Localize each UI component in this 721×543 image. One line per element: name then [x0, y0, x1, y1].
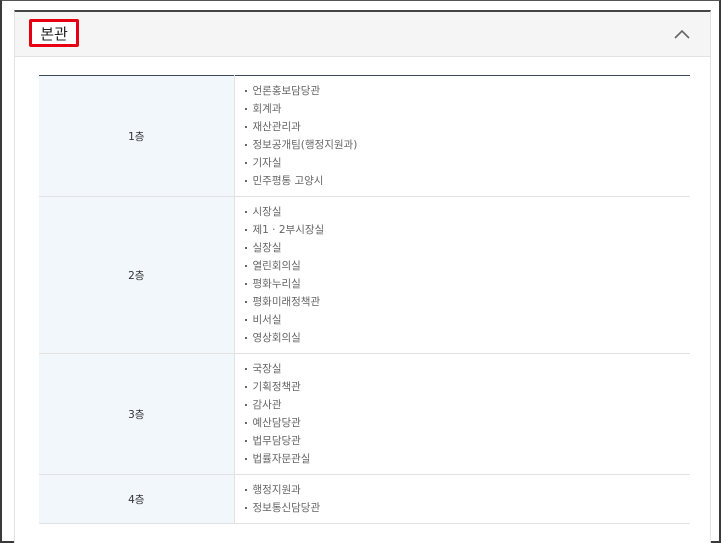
table-row: 3층 국장실 기획정책관 감사관 예산담당관 법무담당관 법률자문관실 — [39, 353, 691, 475]
table-row: 2층 시장실 제1 · 2부시장실 실장실 열린회의실 평화누리실 평화미래정책관 비서실 영상… — [39, 196, 691, 354]
list-item: 기자실 — [244, 154, 691, 172]
list-item: 법률자문관실 — [244, 450, 691, 468]
list-item: 법무담당관 — [244, 432, 691, 450]
room-list: 언론홍보담당관 회계과 재산관리과 정보공개팀(행정지원과) 기자실 민주평통 고양시 — [244, 82, 691, 190]
table-row: 1층 언론홍보담당관 회계과 재산관리과 정보공개팀(행정지원과) 기자실 민주평통 고양시 — [39, 75, 691, 197]
list-item: 영상회의실 — [244, 329, 691, 347]
floor-label: 4층 — [39, 474, 235, 524]
list-item: 실장실 — [244, 239, 691, 257]
room-list-cell: 국장실 기획정책관 감사관 예산담당관 법무담당관 법률자문관실 — [234, 353, 691, 475]
floor-label: 1층 — [39, 75, 235, 197]
list-item: 국장실 — [244, 360, 691, 378]
list-item: 제1 · 2부시장실 — [244, 221, 691, 239]
list-item: 민주평통 고양시 — [244, 172, 691, 190]
list-item: 평화누리실 — [244, 275, 691, 293]
room-list-cell: 행정지원과 정보통신담당관 — [234, 474, 691, 524]
floor-label: 2층 — [39, 196, 235, 354]
list-item: 감사관 — [244, 396, 691, 414]
room-list: 국장실 기획정책관 감사관 예산담당관 법무담당관 법률자문관실 — [244, 360, 691, 468]
list-item: 비서실 — [244, 311, 691, 329]
list-item: 시장실 — [244, 203, 691, 221]
list-item: 열린회의실 — [244, 257, 691, 275]
chevron-up-icon — [673, 28, 691, 40]
list-item: 기획정책관 — [244, 378, 691, 396]
room-list: 시장실 제1 · 2부시장실 실장실 열린회의실 평화누리실 평화미래정책관 비서실 영상회의… — [244, 203, 691, 347]
list-item: 재산관리과 — [244, 118, 691, 136]
floor-table: 1층 언론홍보담당관 회계과 재산관리과 정보공개팀(행정지원과) 기자실 민주평통 고양시… — [39, 75, 690, 524]
list-item: 행정지원과 — [244, 481, 691, 499]
list-item: 예산담당관 — [244, 414, 691, 432]
list-item: 정보공개팀(행정지원과) — [244, 136, 691, 154]
list-item: 정보통신담당관 — [244, 499, 691, 517]
list-item: 언론홍보담당관 — [244, 82, 691, 100]
accordion-body: 1층 언론홍보담당관 회계과 재산관리과 정보공개팀(행정지원과) 기자실 민주평통 고양시… — [14, 57, 711, 543]
list-item: 회계과 — [244, 100, 691, 118]
table-row: 4층 행정지원과 정보통신담당관 — [39, 474, 691, 524]
section-title: 본관 — [29, 19, 79, 47]
list-item: 평화미래정책관 — [244, 293, 691, 311]
floor-label: 3층 — [39, 353, 235, 475]
room-list-cell: 시장실 제1 · 2부시장실 실장실 열린회의실 평화누리실 평화미래정책관 비서실 영상회의… — [234, 196, 691, 354]
collapse-toggle-button[interactable] — [670, 22, 694, 46]
room-list: 행정지원과 정보통신담당관 — [244, 481, 691, 517]
room-list-cell: 언론홍보담당관 회계과 재산관리과 정보공개팀(행정지원과) 기자실 민주평통 고양시 — [234, 75, 691, 197]
window-frame: 본관 1층 언론홍보담당관 회계과 재산관리과 정보공개팀(행정지원과) 기자실 민주평통 … — [0, 0, 721, 543]
accordion-header[interactable]: 본관 — [14, 10, 711, 57]
